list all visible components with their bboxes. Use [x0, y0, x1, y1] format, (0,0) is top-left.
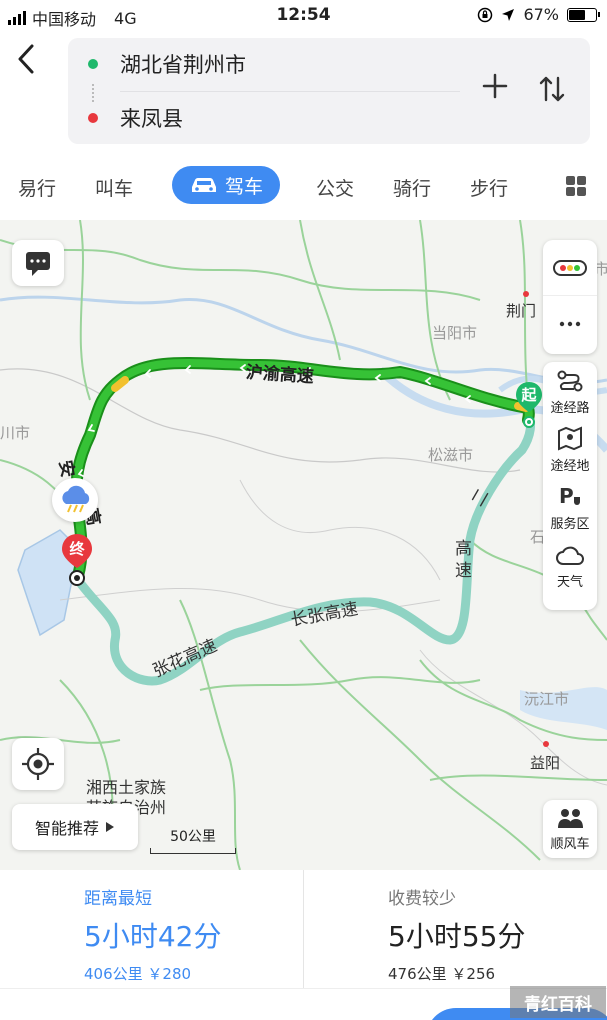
weather-marker[interactable]	[52, 478, 98, 522]
divider	[303, 870, 304, 988]
place-dangyang: 当阳市	[432, 324, 478, 342]
scale-label: 50公里	[170, 829, 216, 845]
watermark: 青红百科	[510, 986, 606, 1018]
people-icon	[558, 809, 583, 828]
route-option-less-toll[interactable]: 收费较少 5小时55分 476公里 ￥256	[388, 884, 525, 984]
tab-yixing[interactable]: 易行	[18, 174, 56, 201]
swap-icon	[539, 76, 565, 102]
place-left-edge: 川市	[0, 424, 31, 442]
car-icon	[191, 178, 216, 192]
option-duration: 5小时42分	[84, 920, 222, 953]
battery-percent: 67%	[523, 5, 559, 24]
add-waypoint-button[interactable]	[482, 72, 508, 104]
tool-via-road-label: 途经路	[550, 401, 590, 416]
more-button[interactable]	[543, 296, 597, 352]
place-yuanjiang: 沅江市	[524, 690, 570, 708]
tool-weather-label: 天气	[556, 575, 583, 590]
start-marker-label: 起	[521, 386, 537, 404]
map-pin-icon	[558, 426, 582, 451]
scale-bar	[150, 848, 236, 854]
route-via-icon	[557, 370, 583, 392]
traffic-toggle[interactable]	[543, 240, 597, 296]
destination-field[interactable]: 来凤县	[68, 94, 448, 142]
end-marker-label: 终	[69, 540, 85, 558]
travel-mode-tabs: 易行 叫车 驾车 公交 骑行 步行	[0, 164, 607, 208]
option-distance-toll: 406公里 ￥280	[84, 965, 192, 983]
city-dot-icon	[523, 291, 529, 297]
destination-text: 来凤县	[120, 107, 183, 131]
origin-dot-icon	[88, 59, 98, 69]
place-songzi: 松滋市	[428, 446, 474, 464]
map-tools-top	[543, 240, 597, 354]
chevron-left-icon	[18, 44, 34, 74]
parking-icon: P	[559, 484, 580, 508]
storm-cloud-icon	[62, 485, 90, 513]
tool-via-place-label: 途经地	[550, 459, 590, 474]
cloud-icon	[556, 546, 584, 565]
divider	[120, 91, 460, 92]
location-arrow-icon	[502, 8, 515, 21]
tab-drive[interactable]: 驾车	[172, 166, 280, 204]
tool-via-place[interactable]: 途经地	[543, 422, 597, 480]
smart-recommend-button[interactable]: 智能推荐	[12, 804, 138, 850]
tab-drive-label: 驾车	[224, 175, 263, 198]
tool-via-road[interactable]: 途经路	[543, 364, 597, 422]
smart-recommend-label: 智能推荐	[34, 819, 99, 838]
origin-field[interactable]: 湖北省荆州市	[68, 40, 448, 88]
tool-weather[interactable]: 天气	[543, 538, 597, 596]
origin-text: 湖北省荆州市	[120, 53, 246, 77]
map-view[interactable]: 荆门 当阳市 松滋市 沅江市 益阳 湘西土家族 苗族自治州 川市 市 石 沪渝高…	[0, 220, 607, 870]
plus-icon	[482, 73, 508, 99]
locate-button[interactable]	[12, 738, 64, 790]
status-bar: 中国移动 4G 12:54 67%	[0, 0, 607, 32]
route-tools-panel: 途经路 途经地 P 服务区 天气	[543, 362, 597, 610]
route-option-shortest[interactable]: 距离最短 5小时42分 406公里 ￥280	[84, 884, 221, 984]
place-yiyang: 益阳	[530, 754, 561, 772]
option-tag: 收费较少	[388, 889, 456, 909]
start-marker[interactable]: 起	[514, 380, 544, 428]
triangle-right-icon	[106, 822, 114, 832]
chat-bubble-icon	[26, 252, 50, 276]
carpool-item: 顺风车	[543, 800, 597, 858]
road-label-erguang-3: 速	[455, 561, 472, 581]
map-scale: 50公里	[150, 826, 236, 856]
tab-bus[interactable]: 公交	[316, 174, 354, 201]
end-marker[interactable]: 终	[60, 532, 94, 588]
place-jingmen: 荆门	[506, 302, 537, 320]
destination-dot-icon	[88, 113, 98, 123]
tool-service-area-label: 服务区	[550, 517, 590, 532]
tab-walk[interactable]: 步行	[470, 174, 508, 201]
more-modes-icon[interactable]	[566, 176, 586, 196]
tab-bike[interactable]: 骑行	[393, 174, 431, 201]
tab-jiaoche[interactable]: 叫车	[95, 174, 133, 201]
option-distance-toll: 476公里 ￥256	[388, 965, 496, 983]
more-dots-icon	[559, 321, 581, 327]
back-button[interactable]	[14, 42, 50, 82]
message-button[interactable]	[12, 240, 64, 286]
crosshair-icon	[22, 748, 54, 780]
road-label-huyu: 沪渝高速	[245, 362, 315, 388]
carpool-button[interactable]: 顺风车	[543, 800, 597, 858]
swap-button[interactable]	[538, 74, 568, 104]
traffic-light-icon	[553, 259, 587, 276]
route-input-card: 湖北省荆州市 来凤县	[68, 38, 590, 144]
battery-icon	[567, 7, 600, 22]
carpool-label: 顺风车	[550, 837, 590, 852]
option-tag: 距离最短	[84, 889, 152, 909]
tool-service-area[interactable]: P 服务区	[543, 480, 597, 538]
city-dot-icon	[543, 741, 549, 747]
rotation-lock-icon	[478, 7, 493, 22]
option-duration: 5小时55分	[388, 920, 526, 953]
svg-text:P: P	[559, 484, 574, 508]
